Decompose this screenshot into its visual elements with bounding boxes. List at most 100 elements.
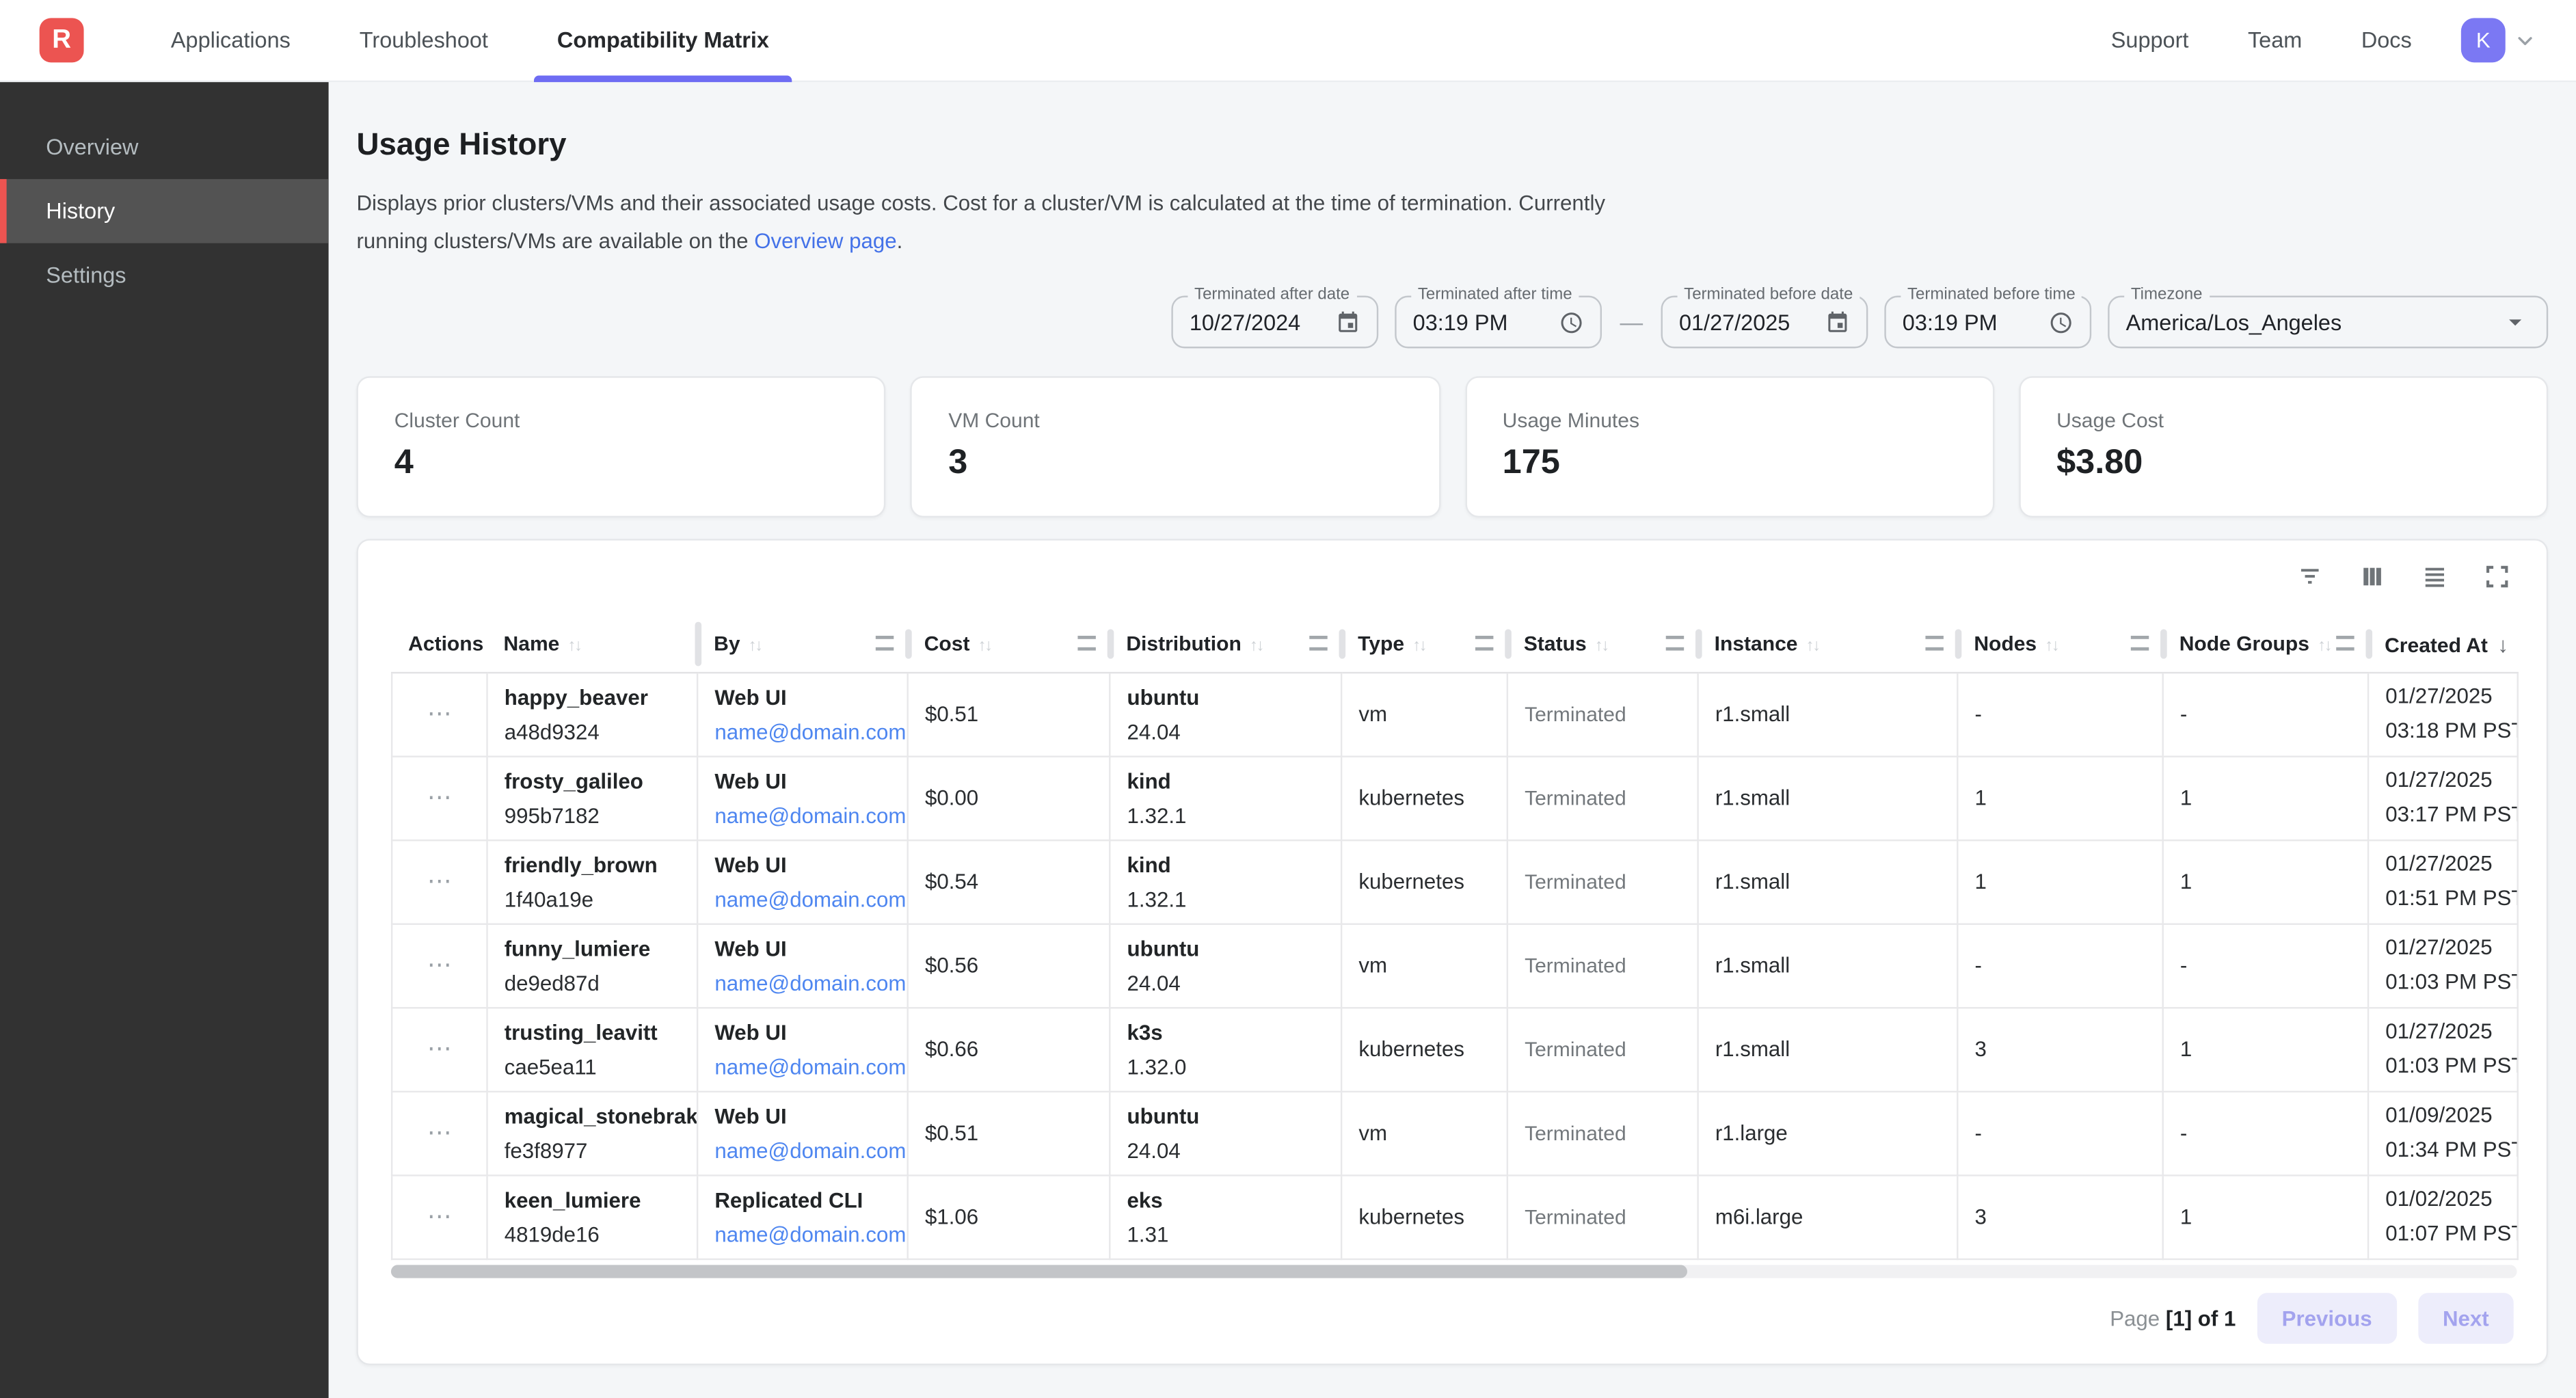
distribution-name: ubuntu xyxy=(1127,937,1324,958)
instance-cell: r1.small xyxy=(1698,1007,1958,1091)
column-menu-icon[interactable] xyxy=(2335,636,2353,651)
fullscreen-icon[interactable] xyxy=(2484,563,2510,589)
col-header-node-groups[interactable]: Node Groups↑↓ xyxy=(2163,618,2368,672)
sidebar-item-overview[interactable]: Overview xyxy=(0,115,329,179)
stat-card-vm-count: VM Count 3 xyxy=(911,376,1440,517)
density-icon[interactable] xyxy=(2421,563,2447,589)
replicated-logo[interactable]: R xyxy=(40,18,84,62)
distribution-version: 1.32.1 xyxy=(1127,804,1324,825)
column-menu-icon[interactable] xyxy=(875,636,893,651)
nav-support[interactable]: Support xyxy=(2082,28,2218,53)
description-text-1: Displays prior clusters/VMs and their as… xyxy=(356,191,1605,253)
type-cell: kubernetes xyxy=(1341,1007,1507,1091)
distribution-name: ubuntu xyxy=(1127,1105,1324,1126)
row-actions-button[interactable]: ⋯ xyxy=(427,1204,452,1228)
cost-cell: $0.51 xyxy=(908,1091,1110,1175)
chevron-down-icon[interactable] xyxy=(2514,29,2537,52)
email-link[interactable]: name@domain.com xyxy=(714,1056,890,1077)
created-date: 01/09/2025 xyxy=(2385,1104,2500,1127)
col-header-by[interactable]: By↑↓ xyxy=(697,618,908,672)
email-link[interactable]: name@domain.com xyxy=(714,888,890,909)
created-time: 03:18 PM PST xyxy=(2385,720,2500,743)
nav-applications[interactable]: Applications xyxy=(136,0,325,81)
row-actions-button[interactable]: ⋯ xyxy=(427,785,452,810)
row-actions-button[interactable]: ⋯ xyxy=(427,1120,452,1145)
stat-value: $3.80 xyxy=(2056,444,2510,483)
column-menu-icon[interactable] xyxy=(1309,636,1326,651)
email-link[interactable]: name@domain.com xyxy=(714,1140,890,1161)
previous-page-button[interactable]: Previous xyxy=(2257,1292,2397,1343)
top-nav: R Applications Troubleshoot Compatibilit… xyxy=(0,0,2576,82)
terminated-after-date-input[interactable]: Terminated after date 10/27/2024 xyxy=(1171,296,1378,349)
row-actions-button[interactable]: ⋯ xyxy=(427,1036,452,1061)
col-header-distribution[interactable]: Distribution↑↓ xyxy=(1110,618,1341,672)
clock-icon[interactable] xyxy=(1559,310,1584,334)
email-link[interactable]: name@domain.com xyxy=(714,804,890,825)
col-header-instance[interactable]: Instance↑↓ xyxy=(1698,618,1958,672)
nav-compatibility-matrix[interactable]: Compatibility Matrix xyxy=(522,0,803,81)
filter-bar: Terminated after date 10/27/2024 Termina… xyxy=(356,296,2548,349)
created-time: 01:03 PM PST xyxy=(2385,971,2500,994)
timezone-select[interactable]: Timezone America/Los_Angeles xyxy=(2108,296,2548,349)
col-header-nodes[interactable]: Nodes↑↓ xyxy=(1957,618,2162,672)
status-cell: Terminated xyxy=(1507,839,1698,924)
col-header-type[interactable]: Type↑↓ xyxy=(1341,618,1507,672)
horizontal-scrollbar-thumb[interactable] xyxy=(391,1264,1688,1277)
instance-cell: r1.small xyxy=(1698,924,1958,1008)
calendar-icon[interactable] xyxy=(1825,310,1850,334)
email-link[interactable]: name@domain.com xyxy=(714,971,890,993)
type-cell: kubernetes xyxy=(1341,839,1507,924)
created-time: 01:51 PM PST xyxy=(2385,887,2500,911)
cost-cell: $0.00 xyxy=(908,755,1110,839)
type-cell: kubernetes xyxy=(1341,755,1507,839)
calendar-icon[interactable] xyxy=(1336,310,1360,334)
distribution-version: 24.04 xyxy=(1127,1140,1324,1161)
caret-down-icon[interactable] xyxy=(2501,307,2530,336)
table-row: ⋯ keen_lumiere4819de16 Replicated CLInam… xyxy=(392,1174,2518,1259)
node-groups-cell: 1 xyxy=(2163,755,2368,839)
col-header-name[interactable]: Name↑↓ xyxy=(487,618,698,672)
col-header-status[interactable]: Status↑↓ xyxy=(1507,618,1698,672)
terminated-before-time-input[interactable]: Terminated before time 03:19 PM xyxy=(1884,296,2091,349)
sidebar-item-history[interactable]: History xyxy=(0,179,329,243)
col-header-created-at[interactable]: Created At↓ xyxy=(2368,618,2518,672)
distribution-version: 24.04 xyxy=(1127,721,1324,742)
columns-icon[interactable] xyxy=(2359,563,2385,589)
column-menu-icon[interactable] xyxy=(2130,636,2148,651)
overview-page-link[interactable]: Overview page xyxy=(754,228,896,253)
distribution-name: ubuntu xyxy=(1127,686,1324,707)
nav-team[interactable]: Team xyxy=(2218,28,2332,53)
col-header-cost[interactable]: Cost↑↓ xyxy=(908,618,1110,672)
usage-history-table: Actions Name↑↓ By↑↓ Cost↑↓ Distribution↑… xyxy=(391,618,2519,1259)
column-menu-icon[interactable] xyxy=(1475,636,1492,651)
row-actions-button[interactable]: ⋯ xyxy=(427,869,452,893)
nodes-cell: - xyxy=(1957,672,2162,756)
created-time: 01:34 PM PST xyxy=(2385,1138,2500,1161)
terminated-after-date-label: Terminated after date xyxy=(1188,286,1356,304)
column-menu-icon[interactable] xyxy=(1077,636,1095,651)
email-link[interactable]: name@domain.com xyxy=(714,721,890,742)
row-actions-button[interactable]: ⋯ xyxy=(427,701,452,726)
created-date: 01/02/2025 xyxy=(2385,1187,2500,1211)
column-menu-icon[interactable] xyxy=(1665,636,1683,651)
created-date: 01/27/2025 xyxy=(2385,852,2500,876)
instance-cell: r1.small xyxy=(1698,839,1958,924)
table-footer: Page [1] of 1 Previous Next xyxy=(391,1292,2514,1343)
sidebar-item-settings[interactable]: Settings xyxy=(0,243,329,308)
row-actions-button[interactable]: ⋯ xyxy=(427,953,452,978)
next-page-button[interactable]: Next xyxy=(2418,1292,2514,1343)
column-menu-icon[interactable] xyxy=(1924,636,1942,651)
clock-icon[interactable] xyxy=(2049,310,2074,334)
terminated-after-time-value: 03:19 PM xyxy=(1413,310,1508,334)
terminated-before-time-value: 03:19 PM xyxy=(1903,310,1998,334)
stat-value: 4 xyxy=(394,444,848,483)
nav-troubleshoot[interactable]: Troubleshoot xyxy=(325,0,522,81)
user-avatar[interactable]: K xyxy=(2461,18,2506,62)
terminated-before-date-input[interactable]: Terminated before date 01/27/2025 xyxy=(1661,296,1868,349)
nav-docs[interactable]: Docs xyxy=(2332,28,2441,53)
distribution-version: 1.31 xyxy=(1127,1223,1324,1244)
terminated-after-time-input[interactable]: Terminated after time 03:19 PM xyxy=(1395,296,1602,349)
filter-icon[interactable] xyxy=(2297,563,2323,589)
page-title: Usage History xyxy=(356,128,2548,164)
email-link[interactable]: name@domain.com xyxy=(714,1223,890,1244)
